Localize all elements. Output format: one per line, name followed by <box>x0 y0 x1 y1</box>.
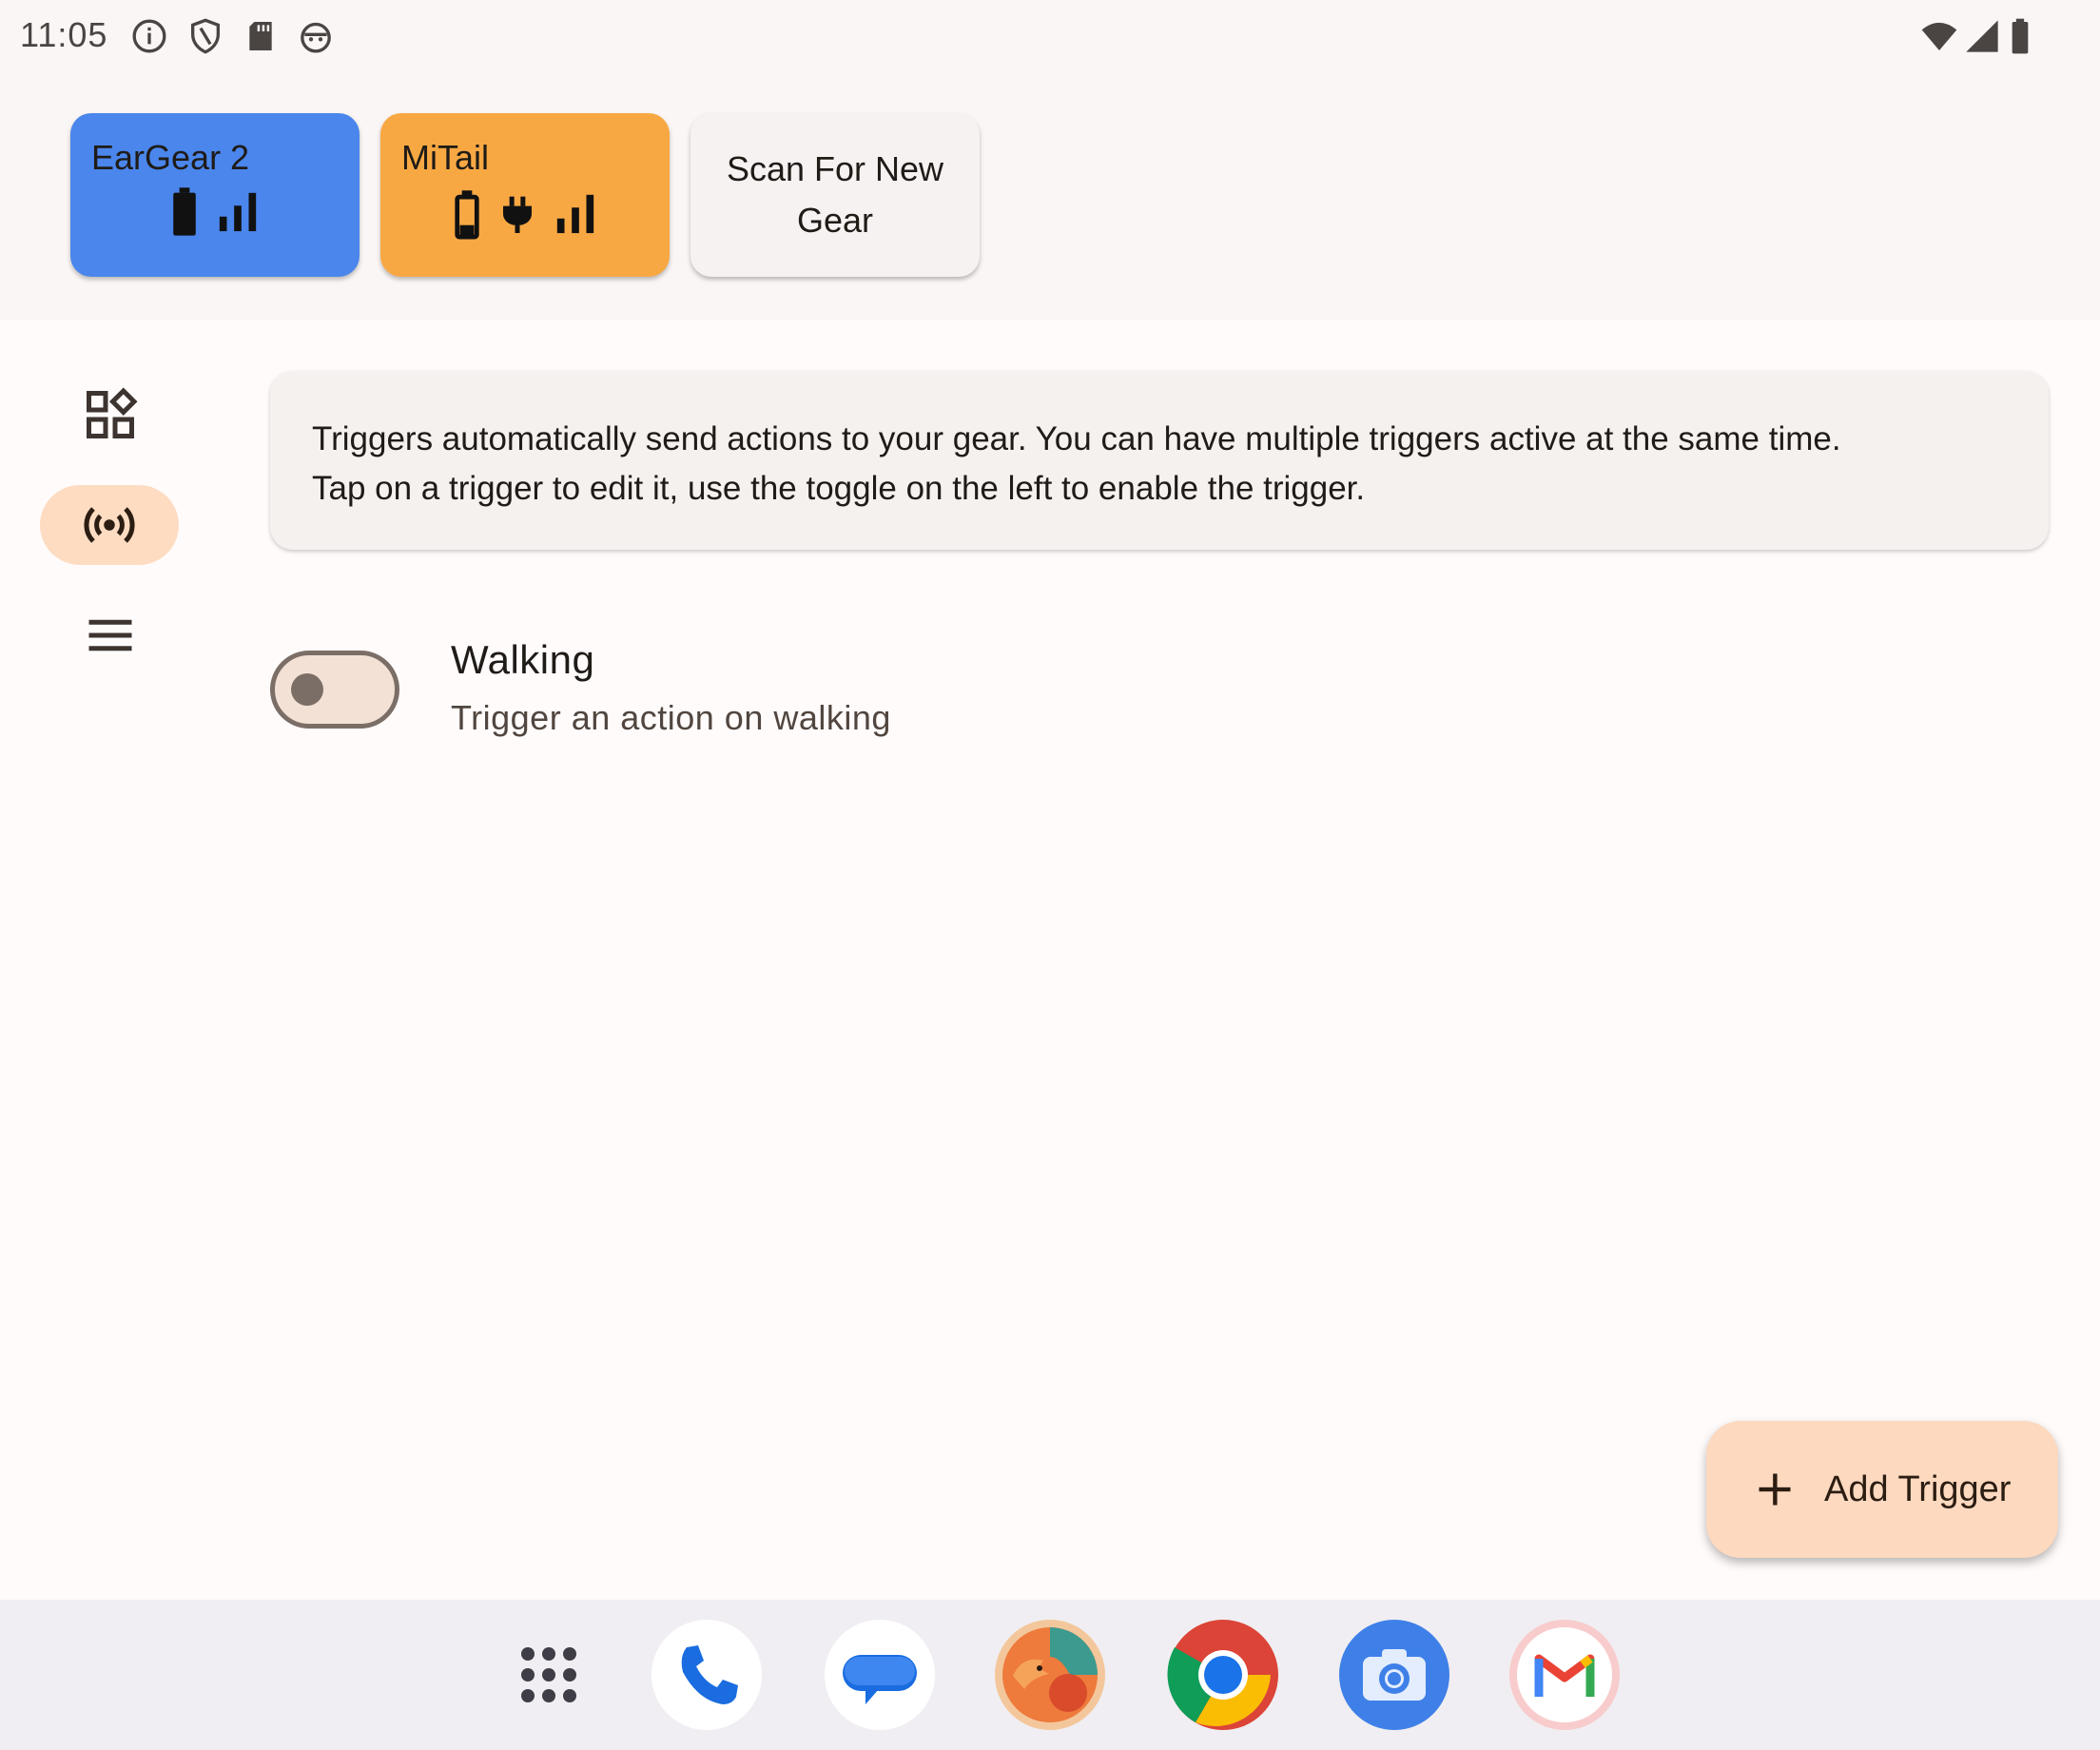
info-line-1: Triggers automatically send actions to y… <box>312 420 1841 457</box>
status-time: 11:05 <box>20 15 108 54</box>
add-trigger-button[interactable]: Add Trigger <box>1706 1421 2058 1558</box>
triggers-info-card: Triggers automatically send actions to y… <box>270 371 2049 550</box>
menu-icon[interactable] <box>82 607 139 664</box>
status-bar: 11:05 <box>0 0 2100 72</box>
trigger-title[interactable]: Walking <box>451 637 594 683</box>
sd-card-icon <box>249 22 272 50</box>
fox-app-icon[interactable] <box>994 1619 1106 1731</box>
toggle-knob <box>291 673 323 706</box>
trigger-walking-toggle[interactable] <box>270 651 399 729</box>
scan-new-gear-button[interactable]: Scan For New Gear <box>690 113 980 277</box>
battery-low-icon <box>455 190 479 240</box>
messages-icon[interactable] <box>824 1619 936 1731</box>
triggers-icon <box>84 507 135 543</box>
scan-label-line1: Scan For New <box>726 149 944 188</box>
battery-full-icon <box>173 187 196 236</box>
gmail-icon[interactable] <box>1508 1619 1621 1731</box>
shield-icon <box>191 18 220 54</box>
nav-triggers-selected[interactable] <box>40 485 179 565</box>
battery-icon <box>2012 18 2029 54</box>
app-drawer-icon[interactable] <box>493 1619 605 1731</box>
plus-icon <box>1759 1473 1791 1506</box>
charging-plug-icon <box>503 196 532 233</box>
gear-card-eargear[interactable]: EarGear 2 <box>70 113 360 277</box>
wifi-icon <box>1921 22 1957 50</box>
trigger-subtitle[interactable]: Trigger an action on walking <box>451 698 891 738</box>
phone-icon[interactable] <box>651 1619 763 1731</box>
signal-bars-icon <box>219 192 257 232</box>
gear-card-mitail[interactable]: MiTail <box>380 113 670 277</box>
android-debug-icon <box>301 22 331 53</box>
gear-name: EarGear 2 <box>91 138 250 177</box>
gear-header: EarGear 2 MiTail Scan For New Gear <box>0 72 2100 320</box>
dashboard-icon[interactable] <box>82 386 139 443</box>
cell-signal-icon <box>1966 20 1998 52</box>
info-line-2: Tap on a trigger to edit it, use the tog… <box>312 470 1366 507</box>
gear-name: MiTail <box>401 138 490 177</box>
info-icon <box>132 19 166 53</box>
add-trigger-label: Add Trigger <box>1824 1468 2012 1509</box>
signal-bars-icon <box>556 194 594 234</box>
scan-label-line2: Gear <box>796 201 874 240</box>
launcher-dock <box>0 1600 2100 1750</box>
chrome-icon[interactable] <box>1167 1619 1279 1731</box>
camera-icon[interactable] <box>1338 1619 1450 1731</box>
